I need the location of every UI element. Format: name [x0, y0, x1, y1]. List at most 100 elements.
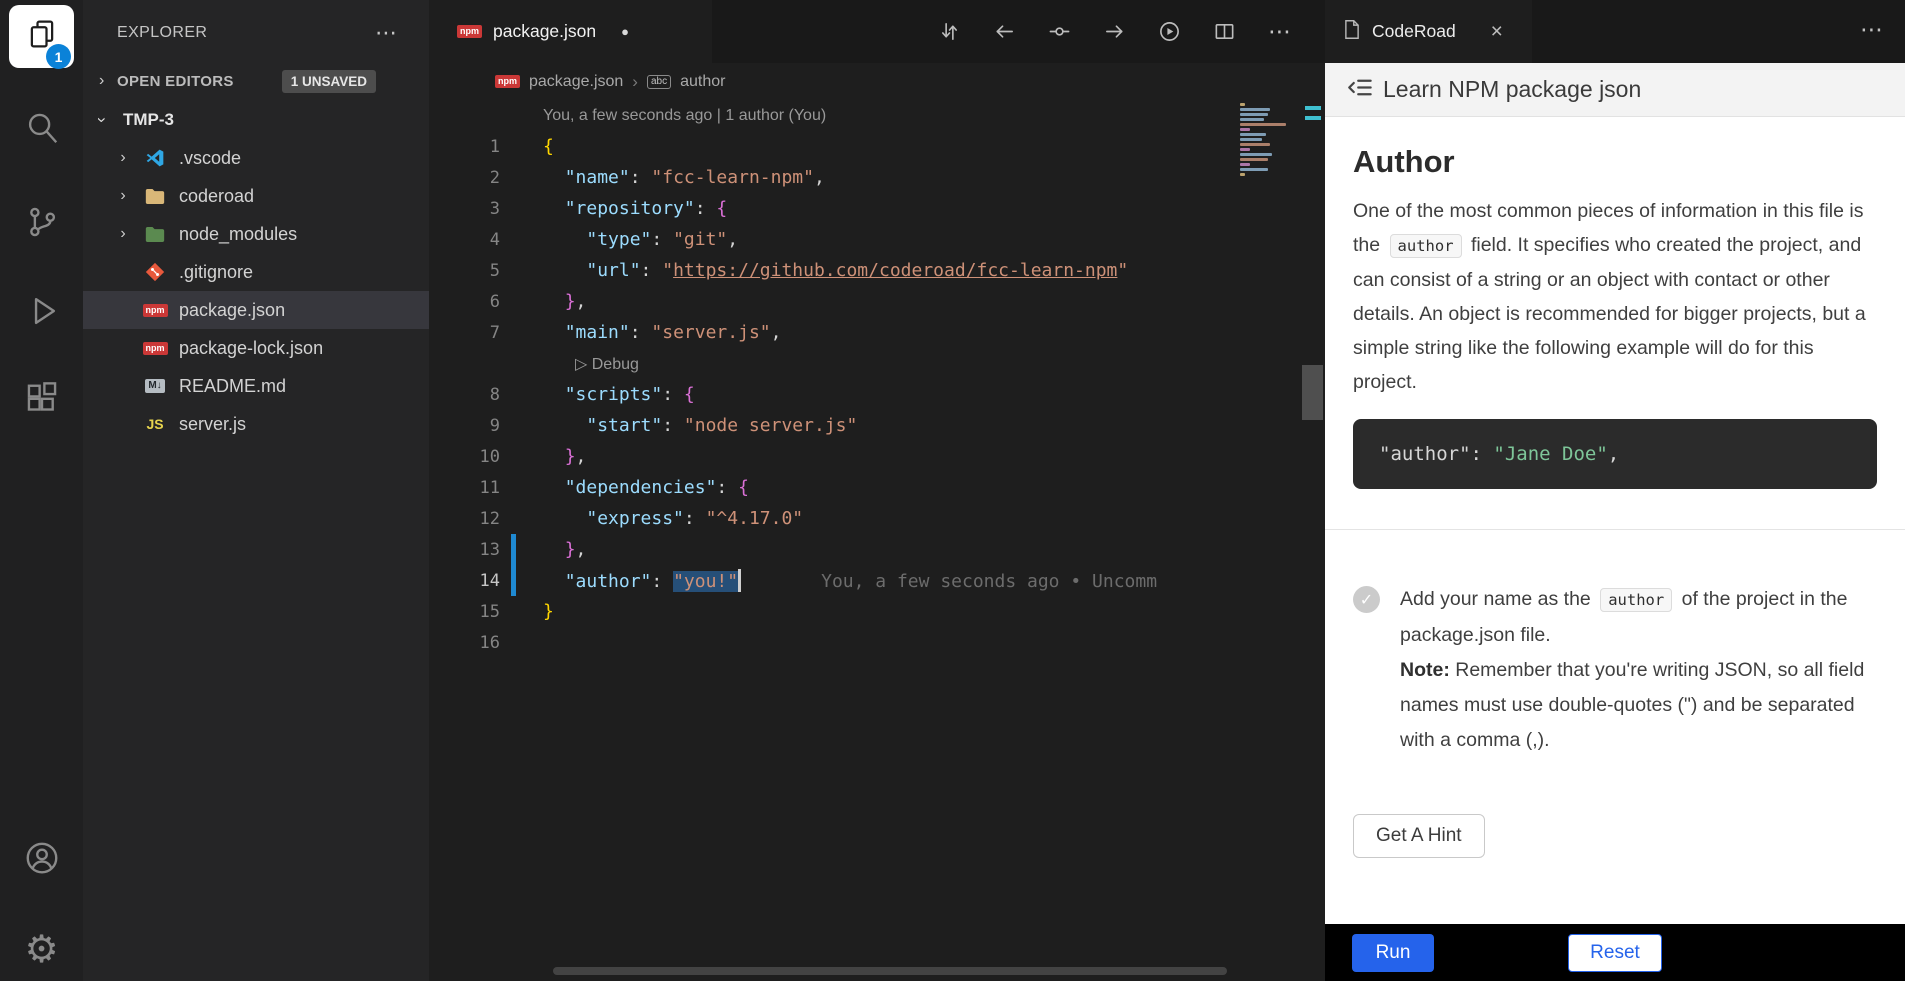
- lens-line[interactable]: ▷ Debug: [429, 348, 1325, 379]
- code-line-1: 1{: [429, 131, 1325, 162]
- tutorial-header: Learn NPM package json: [1325, 63, 1905, 117]
- file-item-package-lock.json[interactable]: npm package-lock.json: [83, 329, 429, 367]
- tutorial-title: Learn NPM package json: [1383, 76, 1641, 103]
- dirty-indicator-icon: ●: [621, 24, 629, 39]
- git-icon: [141, 262, 169, 282]
- vscode-window: 1: [0, 0, 1905, 981]
- code-line-5: 5 "url": "https://github.com/coderoad/fc…: [429, 255, 1325, 286]
- activity-item-search[interactable]: [0, 108, 83, 152]
- tab-label: package.json: [493, 21, 596, 42]
- code-line-10: 10 },: [429, 441, 1325, 472]
- unsaved-badge: 1 UNSAVED: [282, 70, 376, 93]
- code-line-14: 14 "author": "you!"You, a few seconds ag…: [429, 565, 1325, 596]
- open-editors-section[interactable]: › OPEN EDITORS 1 UNSAVED: [83, 63, 429, 99]
- editor-actions: ⋯: [938, 0, 1291, 63]
- file-label: package-lock.json: [179, 338, 323, 359]
- reset-button[interactable]: Reset: [1568, 934, 1662, 972]
- file-label: package.json: [179, 300, 285, 321]
- npm-icon: npm: [141, 342, 169, 355]
- search-icon: [23, 109, 61, 152]
- run-button[interactable]: Run: [1352, 934, 1434, 972]
- file-item-server.js[interactable]: JSserver.js: [83, 405, 429, 443]
- code-lines[interactable]: You, a few seconds ago | 1 author (You)1…: [429, 100, 1325, 658]
- file-label: server.js: [179, 414, 246, 435]
- scrollbar-thumb[interactable]: [1302, 365, 1323, 420]
- compare-changes-icon[interactable]: [938, 20, 961, 43]
- task-item: ✓ Add your name as the author of the pro…: [1353, 582, 1877, 758]
- file-item-node_modules[interactable]: › node_modules: [83, 215, 429, 253]
- workspace-root-label: TMP-3: [123, 110, 174, 130]
- activity-item-account[interactable]: [0, 838, 83, 882]
- chevron-right-icon: ›: [113, 149, 133, 167]
- symbol-string-icon: abc: [647, 75, 671, 89]
- code-line-2: 2 "name": "fcc-learn-npm",: [429, 162, 1325, 193]
- sidebar-more-actions[interactable]: ⋯: [375, 20, 397, 46]
- file-label: node_modules: [179, 224, 297, 245]
- code-line-7: 7 "main": "server.js",: [429, 317, 1325, 348]
- code-line-8: 8 "scripts": {: [429, 379, 1325, 410]
- file-item-README.md[interactable]: M↓README.md: [83, 367, 429, 405]
- md-icon: M↓: [141, 379, 169, 393]
- activity-item-source-control[interactable]: [0, 202, 83, 246]
- breadcrumb[interactable]: npm package.json › abc author: [429, 63, 1325, 100]
- lesson-description: One of the most common pieces of informa…: [1353, 194, 1877, 399]
- panel-more-actions-icon[interactable]: ⋯: [1860, 16, 1883, 43]
- collapse-menu-icon[interactable]: [1347, 74, 1374, 106]
- code-line-9: 9 "start": "node server.js": [429, 410, 1325, 441]
- chevron-right-icon: ›: [113, 225, 133, 243]
- tutorial-content: Author One of the most common pieces of …: [1325, 118, 1905, 924]
- coderoad-panel: CodeRoad × ⋯ Learn NPM package json Auth…: [1325, 0, 1905, 981]
- meta-line: You, a few seconds ago | 1 author (You): [429, 100, 1325, 131]
- coderoad-action-bar: Run Reset: [1325, 924, 1905, 981]
- file-tree: ›.vscode›coderoad›node_modules.gitignore…: [83, 139, 429, 443]
- chevron-right-icon: ›: [99, 72, 117, 90]
- breadcrumb-file[interactable]: package.json: [529, 73, 623, 91]
- navigate-back-icon[interactable]: [993, 20, 1016, 43]
- task-note: Note: Remember that you're writing JSON,…: [1400, 653, 1877, 758]
- webview-icon: [1343, 19, 1361, 45]
- npm-file-icon: npm: [495, 75, 520, 88]
- get-hint-button[interactable]: Get A Hint: [1353, 814, 1485, 858]
- chevron-right-icon: ›: [632, 72, 638, 92]
- overview-ruler-mark: [1305, 116, 1321, 120]
- open-editors-label: OPEN EDITORS: [117, 73, 234, 90]
- source-control-icon: [23, 203, 61, 246]
- code-line-15: 15}: [429, 596, 1325, 627]
- tab-coderoad[interactable]: CodeRoad ×: [1325, 0, 1532, 63]
- chevron-right-icon: ›: [113, 187, 133, 205]
- breadcrumb-symbol[interactable]: author: [680, 73, 725, 91]
- file-label: coderoad: [179, 186, 254, 207]
- code-line-6: 6 },: [429, 286, 1325, 317]
- navigate-forward-icon[interactable]: [1103, 20, 1126, 43]
- file-item-coderoad[interactable]: › coderoad: [83, 177, 429, 215]
- sidebar-title: EXPLORER: [117, 24, 207, 42]
- code-line-11: 11 "dependencies": {: [429, 472, 1325, 503]
- divider: [1325, 529, 1905, 530]
- run-code-icon[interactable]: [1158, 20, 1181, 43]
- open-changes-icon[interactable]: [1048, 20, 1071, 43]
- minimap[interactable]: [1240, 103, 1300, 178]
- file-item-.vscode[interactable]: ›.vscode: [83, 139, 429, 177]
- vscode-icon: [141, 148, 169, 168]
- activity-item-run-debug[interactable]: [0, 291, 83, 335]
- split-editor-icon[interactable]: [1213, 20, 1236, 43]
- gear-icon: ⚙: [24, 931, 58, 969]
- code-line-16: 16: [429, 627, 1325, 658]
- horizontal-scrollbar[interactable]: [553, 967, 1227, 975]
- run-debug-icon: [23, 292, 61, 335]
- overview-ruler-mark: [1305, 106, 1321, 110]
- code-line-13: 13 },: [429, 534, 1325, 565]
- activity-item-extensions[interactable]: [0, 380, 83, 424]
- task-text: Add your name as the author of the proje…: [1400, 582, 1877, 758]
- more-actions-icon[interactable]: ⋯: [1268, 18, 1291, 45]
- file-item-.gitignore[interactable]: .gitignore: [83, 253, 429, 291]
- code-line-3: 3 "repository": {: [429, 193, 1325, 224]
- close-icon[interactable]: ×: [1491, 20, 1503, 44]
- modified-lines-indicator: [511, 534, 516, 596]
- activity-bar: 1: [0, 0, 83, 981]
- tab-package-json[interactable]: npm package.json ●: [429, 0, 712, 63]
- file-item-package.json[interactable]: npmpackage.json: [83, 291, 429, 329]
- activity-item-settings[interactable]: ⚙: [0, 928, 83, 972]
- task-check-icon: ✓: [1353, 586, 1380, 613]
- workspace-root[interactable]: › TMP-3: [83, 101, 429, 139]
